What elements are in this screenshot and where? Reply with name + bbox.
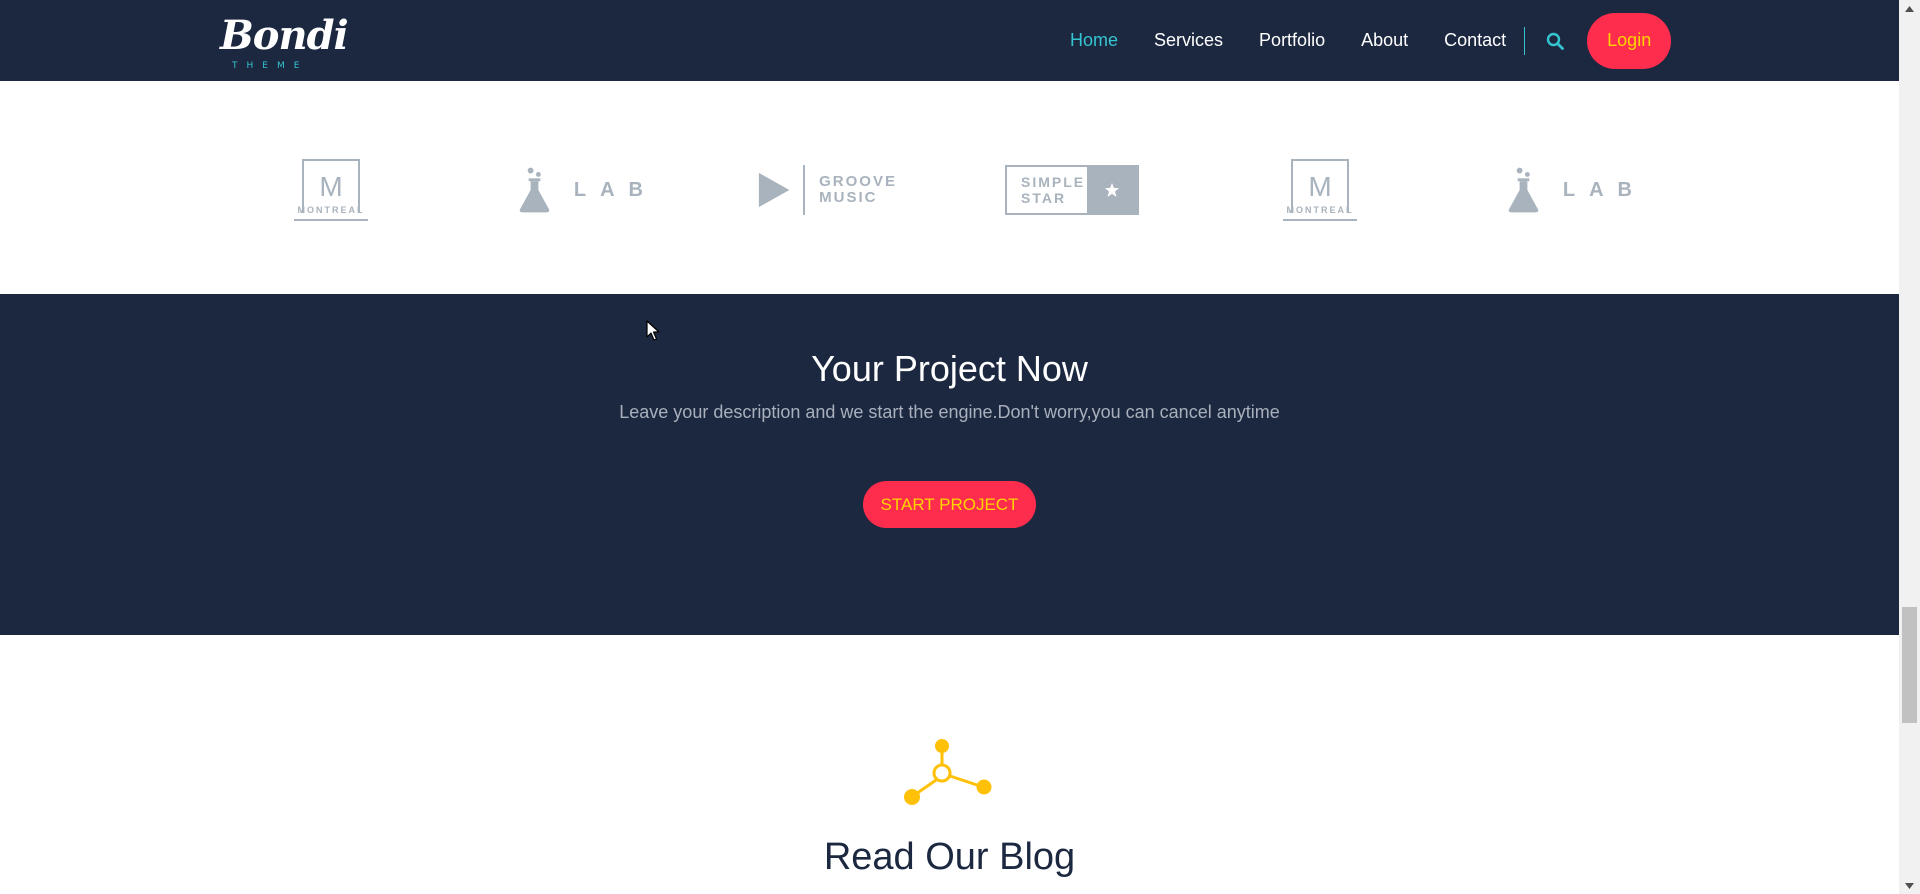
client-logo-lab: LAB bbox=[1506, 150, 1646, 230]
blog-section: Read Our Blog bbox=[0, 635, 1899, 894]
main-nav: Home Services Portfolio About Contact Lo… bbox=[1070, 0, 1672, 81]
cta-title: Your Project Now bbox=[811, 348, 1088, 389]
lab-name: LAB bbox=[573, 178, 657, 201]
molecule-icon bbox=[904, 739, 992, 805]
logo-subtitle: THEME bbox=[232, 61, 309, 71]
mouse-cursor-icon bbox=[646, 320, 660, 341]
caret-down-icon bbox=[1905, 882, 1914, 889]
page: Bondi THEME Home Services Portfolio Abou… bbox=[0, 0, 1899, 894]
flask-icon bbox=[1508, 167, 1539, 213]
montreal-letter: M bbox=[1308, 171, 1332, 202]
client-logo-montreal: M MONTREAL bbox=[291, 150, 371, 230]
groove-line-1: GROOVE bbox=[819, 173, 897, 190]
scrollbar-thumb[interactable] bbox=[1902, 607, 1917, 723]
client-logo-groove-music: GROOVE MUSIC bbox=[757, 150, 897, 230]
client-logo-simple-star: SIMPLE STAR bbox=[1005, 150, 1139, 230]
star-icon bbox=[1105, 183, 1119, 197]
nav-divider bbox=[1524, 26, 1526, 55]
lab-name: LAB bbox=[1562, 178, 1646, 201]
scroll-down-button[interactable] bbox=[1899, 877, 1920, 894]
blog-title: Read Our Blog bbox=[823, 836, 1076, 878]
search-button[interactable] bbox=[1543, 29, 1567, 53]
montreal-underline bbox=[1283, 219, 1357, 221]
nav-link-portfolio[interactable]: Portfolio bbox=[1259, 30, 1325, 51]
simple-star-badge bbox=[1087, 167, 1137, 213]
groove-divider bbox=[803, 165, 806, 215]
montreal-underline bbox=[294, 219, 368, 221]
simple-star-line-2: STAR bbox=[1021, 190, 1067, 206]
flask-icon bbox=[519, 167, 550, 213]
vertical-scrollbar[interactable] bbox=[1899, 0, 1920, 894]
search-icon bbox=[1546, 32, 1565, 50]
simple-star-name: SIMPLE STAR bbox=[1007, 167, 1087, 213]
play-icon bbox=[758, 172, 790, 208]
logo-wordmark: Bondi bbox=[220, 12, 349, 59]
cta-subtitle: Leave your description and we start the … bbox=[619, 402, 1280, 422]
montreal-frame: M bbox=[302, 159, 360, 213]
client-logos: M MONTREAL LAB GROOVE MUSIC SIMPLE STAR … bbox=[0, 81, 1899, 294]
brand-logo[interactable]: Bondi THEME bbox=[218, 10, 349, 71]
montreal-letter: M bbox=[319, 171, 343, 202]
top-navbar: Bondi THEME Home Services Portfolio Abou… bbox=[0, 0, 1899, 81]
login-button[interactable]: Login bbox=[1587, 12, 1672, 69]
simple-star-frame: SIMPLE STAR bbox=[1005, 165, 1139, 215]
montreal-frame: M bbox=[1291, 159, 1349, 213]
cta-section: Your Project Now Leave your description … bbox=[0, 294, 1899, 635]
nav-link-contact[interactable]: Contact bbox=[1444, 30, 1506, 51]
groove-line-2: MUSIC bbox=[819, 189, 878, 206]
client-logo-lab: LAB bbox=[517, 150, 657, 230]
start-project-button[interactable]: START PROJECT bbox=[863, 481, 1036, 528]
groove-name: GROOVE MUSIC bbox=[819, 174, 897, 206]
client-logo-montreal: M MONTREAL bbox=[1280, 150, 1360, 230]
simple-star-line-1: SIMPLE bbox=[1021, 174, 1086, 190]
nav-link-about[interactable]: About bbox=[1361, 30, 1408, 51]
scroll-up-button[interactable] bbox=[1899, 0, 1920, 17]
caret-up-icon bbox=[1905, 5, 1914, 12]
nav-link-home[interactable]: Home bbox=[1070, 30, 1118, 51]
nav-link-services[interactable]: Services bbox=[1154, 30, 1223, 51]
